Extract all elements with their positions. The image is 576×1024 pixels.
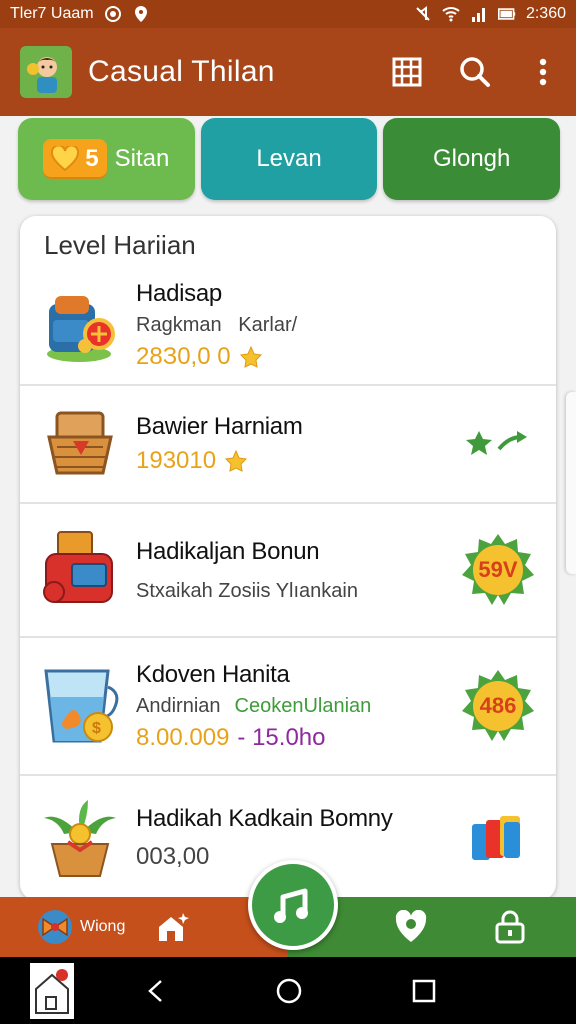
grid-icon [392, 57, 422, 87]
search-button[interactable] [458, 55, 492, 89]
level-card: Level Hariian Hadisap Ragkman Karlar/ 28… [20, 216, 556, 900]
list-item[interactable]: Bawier Harniam 193010 [20, 386, 556, 504]
item-value: 193010 [136, 447, 458, 475]
item-name: Hadikaljan Bonun [136, 537, 320, 565]
status-time: 2:360 [525, 5, 566, 22]
signal-icon [471, 8, 485, 22]
status-text: Tler7 Uaam [10, 5, 94, 22]
nav-label: Wiong [80, 918, 126, 935]
tab-label: Levan [256, 145, 322, 172]
recent-app-thumbnail[interactable] [30, 963, 74, 1019]
tab-levan[interactable]: Levan [200, 118, 378, 200]
character-icon [27, 57, 57, 93]
scroll-handle[interactable] [566, 392, 576, 574]
recents-icon[interactable] [410, 977, 438, 1005]
plant-pot-icon [38, 796, 122, 880]
app-logo [20, 46, 72, 98]
star-icon [239, 345, 262, 368]
list-item[interactable]: Hadikaljan Bonun Stxaikah Zosiis Ylıanka… [20, 504, 556, 638]
tab-label: Glongh [432, 145, 511, 172]
home-sparkle-icon [159, 913, 190, 941]
list-item[interactable]: Hadisap Ragkman Karlar/ 28З0,0 0 [20, 266, 556, 386]
tab-glongh[interactable]: Glongh [383, 118, 561, 200]
home-icon[interactable] [275, 977, 303, 1005]
list-item[interactable]: $ Kdoven Hanita Andirnian CeokenUlanian 8… [20, 638, 556, 776]
hearts-badge: 5 [43, 139, 107, 179]
location-icon [134, 6, 147, 22]
nav-lock[interactable] [494, 910, 526, 944]
item-value: 28З0,0 0 [136, 343, 538, 371]
score-badge: 486 [460, 668, 536, 744]
search-icon [460, 57, 490, 87]
gift-bag-icon [38, 528, 122, 612]
backpack-icon [38, 283, 122, 367]
heart-shield-icon [395, 910, 427, 942]
app-title: Casual Thilan [88, 55, 275, 88]
more-vert-icon [539, 58, 547, 86]
status-bar: Tler7 Uaam 2:360 [0, 0, 576, 28]
nav-wiong[interactable]: Wiong [36, 908, 125, 946]
music-fab[interactable] [248, 860, 338, 950]
star-trend-icon [466, 431, 527, 455]
grid-button[interactable] [390, 55, 424, 89]
item-subtitle: Ragkman Karlar/ [136, 313, 298, 336]
tab-sitan[interactable]: 5 Sitan [18, 118, 195, 200]
basket-icon [38, 402, 122, 486]
app-bar: Casual Thilan [0, 28, 576, 116]
item-name: Hadikah Kadkain Bomny [136, 805, 393, 832]
heart-icon [51, 146, 80, 172]
nav-home[interactable] [155, 909, 191, 945]
battery-icon [497, 8, 516, 20]
bow-icon [38, 910, 72, 944]
house-thumbnail-icon [35, 969, 69, 1014]
trend-button[interactable] [458, 427, 538, 461]
glass-coin-icon: $ [38, 664, 122, 748]
notification-icon [104, 6, 121, 22]
hearts-count: 5 [85, 145, 99, 172]
mute-icon [416, 6, 430, 21]
back-icon[interactable] [142, 977, 170, 1005]
svg-text:$: $ [92, 720, 101, 737]
lock-icon [495, 910, 525, 944]
cards-icon [472, 816, 520, 860]
item-name: Hadisap [136, 279, 222, 307]
item-name: Kdoven Hanita [136, 660, 290, 688]
item-subtitle: Andirnian CeokenUlanian [136, 694, 372, 717]
item-name: Bawier Harniam [136, 413, 303, 440]
score-badge: 59V [460, 532, 536, 608]
cards-button[interactable] [458, 810, 538, 866]
nav-profile[interactable] [394, 910, 428, 944]
music-note-icon [274, 888, 308, 923]
tab-bar: 5 Sitan Levan Glongh [18, 118, 561, 200]
tab-label: Sitan [114, 145, 170, 172]
system-nav-bar [0, 957, 576, 1024]
more-button[interactable] [526, 55, 560, 89]
item-value: 8.00.009 - 15.0ho [136, 723, 326, 751]
card-title: Level Hariian [44, 230, 196, 260]
item-subtitle: Stxaikah Zosiis Ylıankain [136, 579, 358, 602]
wifi-icon [442, 7, 460, 22]
star-icon [225, 449, 248, 472]
